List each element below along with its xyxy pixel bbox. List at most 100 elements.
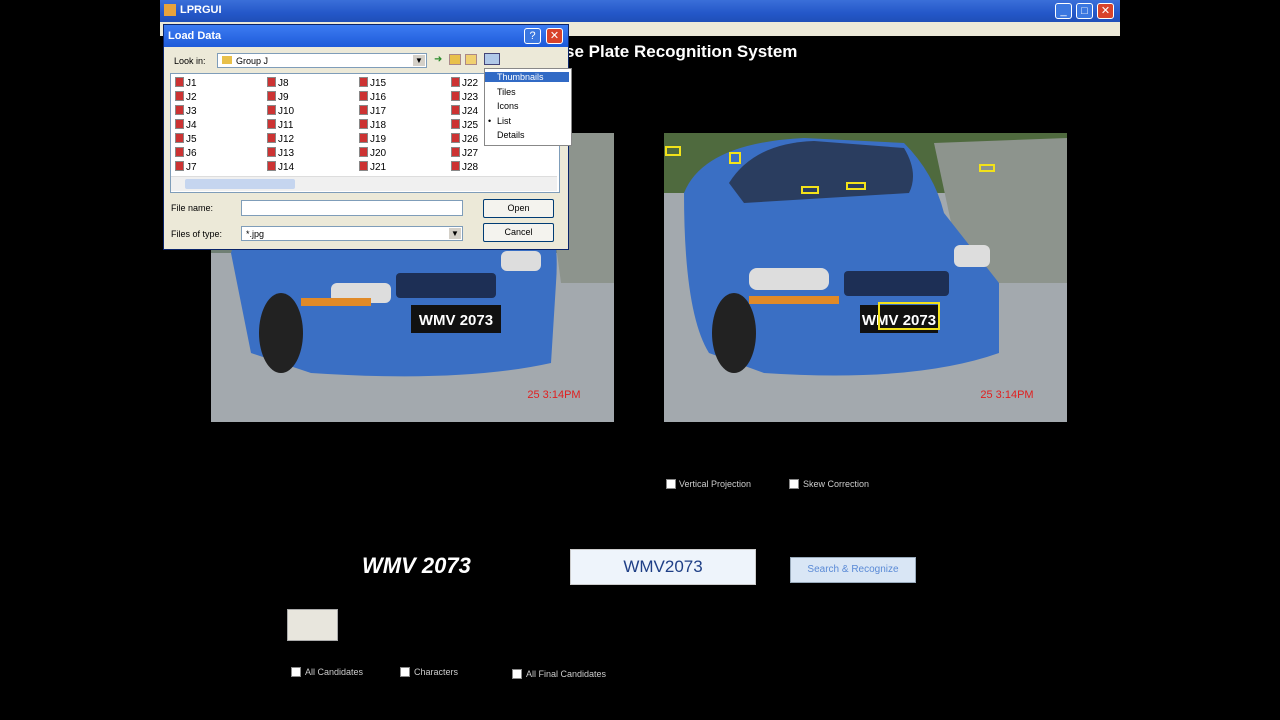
- dialog-titlebar: Load Data ? ✕: [164, 25, 568, 47]
- image-file-icon: [175, 133, 184, 143]
- file-item-label: J28: [462, 162, 479, 173]
- file-item[interactable]: J27: [451, 147, 478, 159]
- file-item[interactable]: J4: [175, 119, 197, 131]
- view-menu-icon[interactable]: [484, 53, 500, 65]
- recognized-text-field: WMV2073: [570, 549, 756, 585]
- image-file-icon: [267, 105, 276, 115]
- file-item-label: J17: [370, 106, 387, 117]
- file-item[interactable]: J25: [451, 119, 478, 131]
- image-file-icon: [175, 119, 184, 129]
- image-file-icon: [451, 77, 460, 87]
- characters-checkbox[interactable]: [400, 667, 410, 677]
- image-file-icon: [451, 91, 460, 101]
- minimize-button[interactable]: _: [1055, 3, 1072, 19]
- file-item[interactable]: J8: [267, 77, 289, 89]
- file-item-label: J12: [278, 134, 295, 145]
- dialog-close-button[interactable]: ✕: [546, 28, 563, 44]
- file-item[interactable]: J22: [451, 77, 478, 89]
- help-button[interactable]: ?: [524, 28, 541, 44]
- files-of-type-label: Files of type:: [171, 229, 223, 239]
- file-item[interactable]: J16: [359, 91, 386, 103]
- file-item[interactable]: J7: [175, 161, 197, 173]
- file-item[interactable]: J9: [267, 91, 289, 103]
- file-item[interactable]: J28: [451, 161, 478, 173]
- left-timestamp: 25 3:14PM: [527, 389, 580, 401]
- file-item[interactable]: J11: [267, 119, 293, 131]
- view-menu-item[interactable]: Icons: [497, 101, 519, 111]
- new-folder-icon[interactable]: [465, 54, 477, 65]
- look-in-dropdown[interactable]: Group J ▼: [217, 53, 427, 68]
- small-button[interactable]: [287, 609, 338, 641]
- file-item-label: J14: [278, 162, 295, 173]
- image-file-icon: [267, 161, 276, 171]
- right-timestamp: 25 3:14PM: [980, 389, 1033, 401]
- file-name-input[interactable]: [241, 200, 463, 216]
- file-item-label: J15: [370, 78, 387, 89]
- maximize-button[interactable]: □: [1076, 3, 1093, 19]
- view-menu-item[interactable]: List •: [488, 116, 511, 126]
- search-recognize-button[interactable]: Search & Recognize: [790, 557, 916, 583]
- cancel-button[interactable]: Cancel: [483, 223, 554, 242]
- file-item[interactable]: J14: [267, 161, 294, 173]
- file-item[interactable]: J2: [175, 91, 197, 103]
- image-file-icon: [359, 119, 368, 129]
- file-item[interactable]: J21: [359, 161, 386, 173]
- open-button[interactable]: Open: [483, 199, 554, 218]
- file-item[interactable]: J6: [175, 147, 197, 159]
- file-item[interactable]: J3: [175, 105, 197, 117]
- all-candidates-checkbox[interactable]: [291, 667, 301, 677]
- close-button[interactable]: ✕: [1097, 3, 1114, 19]
- file-item[interactable]: J18: [359, 119, 386, 131]
- file-item-label: J5: [186, 134, 197, 145]
- scrollbar-thumb[interactable]: [185, 179, 295, 189]
- file-item[interactable]: J23: [451, 91, 478, 103]
- image-file-icon: [451, 147, 460, 157]
- file-item[interactable]: J12: [267, 133, 294, 145]
- detected-car-graphic: WMV 2073 25 3:14PM: [664, 133, 1067, 422]
- folder-icon: [222, 56, 232, 64]
- image-file-icon: [451, 133, 460, 143]
- left-plate-text: WMV 2073: [419, 312, 493, 329]
- image-file-icon: [267, 147, 276, 157]
- file-item-label: J11: [278, 120, 294, 131]
- view-dropdown-menu: Thumbnails Tiles Icons List • Details: [484, 68, 572, 146]
- skew-correction-label: Skew Correction: [803, 479, 870, 489]
- file-item[interactable]: J17: [359, 105, 386, 117]
- view-menu-item[interactable]: Thumbnails: [485, 72, 569, 82]
- view-menu-item[interactable]: Tiles: [497, 87, 516, 97]
- image-file-icon: [175, 161, 184, 171]
- file-item-label: J27: [462, 148, 479, 159]
- files-of-type-dropdown[interactable]: *.jpg ▼: [241, 226, 463, 241]
- up-folder-icon[interactable]: [449, 54, 461, 65]
- file-item[interactable]: J19: [359, 133, 386, 145]
- skew-correction-checkbox[interactable]: [789, 479, 799, 489]
- all-final-candidates-checkbox[interactable]: [512, 669, 522, 679]
- image-file-icon: [359, 91, 368, 101]
- back-icon[interactable]: ➜: [434, 54, 442, 65]
- image-file-icon: [267, 77, 276, 87]
- load-data-dialog: Load Data ? ✕ Look in: Group J ▼ ➜ J1 J2 J…: [163, 24, 572, 250]
- file-item[interactable]: J15: [359, 77, 386, 89]
- horizontal-scrollbar[interactable]: [171, 176, 557, 191]
- vertical-projection-checkbox[interactable]: [666, 479, 676, 489]
- file-item[interactable]: J20: [359, 147, 386, 159]
- file-item[interactable]: J13: [267, 147, 294, 159]
- file-item-label: J10: [278, 106, 295, 117]
- image-file-icon: [267, 133, 276, 143]
- image-file-icon: [359, 147, 368, 157]
- file-item-label: J8: [278, 78, 289, 89]
- file-item-label: J6: [186, 148, 197, 159]
- file-item[interactable]: J10: [267, 105, 294, 117]
- file-item[interactable]: J1: [175, 77, 197, 89]
- file-item[interactable]: J24: [451, 105, 478, 117]
- window-title: LPRGUI: [180, 4, 222, 16]
- right-plate-text: WMV 2073: [862, 312, 936, 329]
- file-item[interactable]: J26: [451, 133, 478, 145]
- file-item-label: J22: [462, 78, 479, 89]
- image-file-icon: [175, 77, 184, 87]
- image-file-icon: [175, 91, 184, 101]
- view-menu-item[interactable]: Details: [497, 130, 525, 140]
- image-file-icon: [451, 161, 460, 171]
- segmented-plate-image: WMV 2073: [362, 553, 471, 578]
- file-item[interactable]: J5: [175, 133, 197, 145]
